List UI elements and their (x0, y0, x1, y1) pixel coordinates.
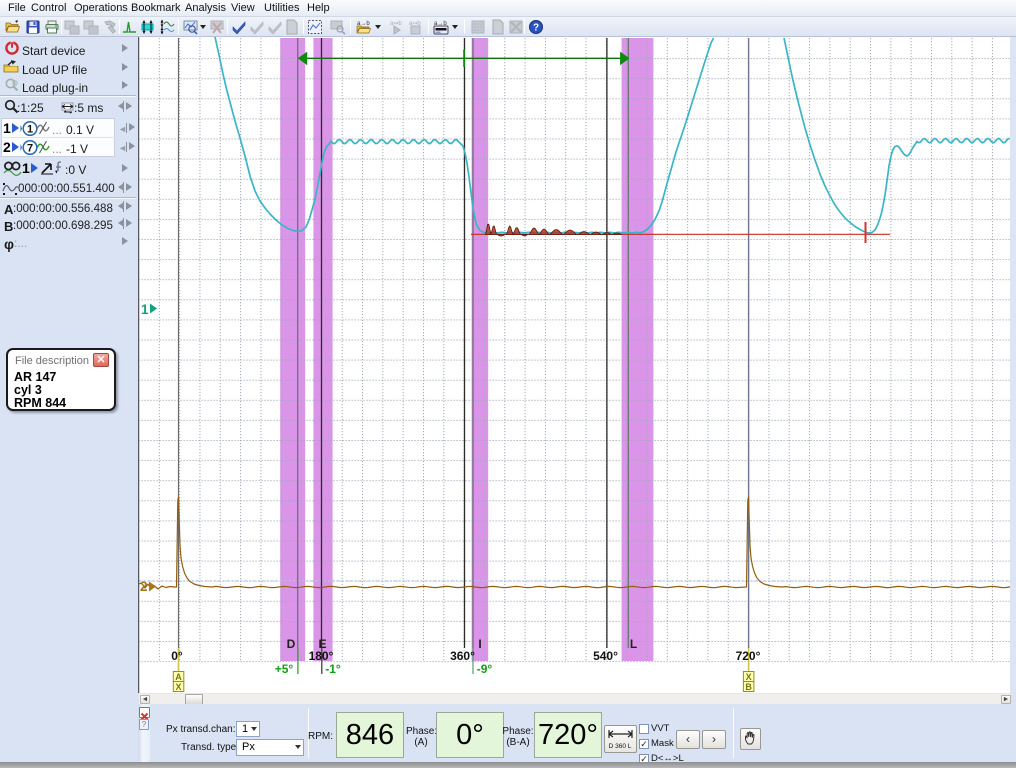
svg-text:X: X (746, 672, 752, 682)
svg-text:D: D (287, 637, 296, 651)
svg-text:L: L (630, 637, 637, 651)
svg-text:D 360 L: D 360 L (609, 743, 632, 750)
svg-text:X: X (175, 682, 181, 692)
svg-text:2: 2 (140, 579, 148, 594)
svg-text:-9°: -9° (477, 662, 493, 676)
svg-text:180°: 180° (309, 649, 334, 663)
svg-text:7: 7 (27, 143, 33, 155)
svg-text:720°: 720° (736, 649, 761, 663)
svg-text:-1°: -1° (325, 662, 341, 676)
svg-text:1: 1 (27, 124, 33, 136)
svg-text:E: E (318, 637, 326, 651)
svg-text:B: B (745, 682, 752, 692)
svg-text:540°: 540° (593, 649, 618, 663)
svg-text:0°: 0° (171, 649, 183, 663)
svg-text:I: I (478, 637, 481, 651)
svg-text:1: 1 (141, 302, 149, 317)
svg-text:360°: 360° (450, 649, 475, 663)
svg-text:a↣b: a↣b (390, 21, 402, 27)
svg-text:?: ? (533, 23, 539, 34)
svg-text:A: A (175, 672, 182, 682)
svg-text:+5°: +5° (275, 662, 294, 676)
